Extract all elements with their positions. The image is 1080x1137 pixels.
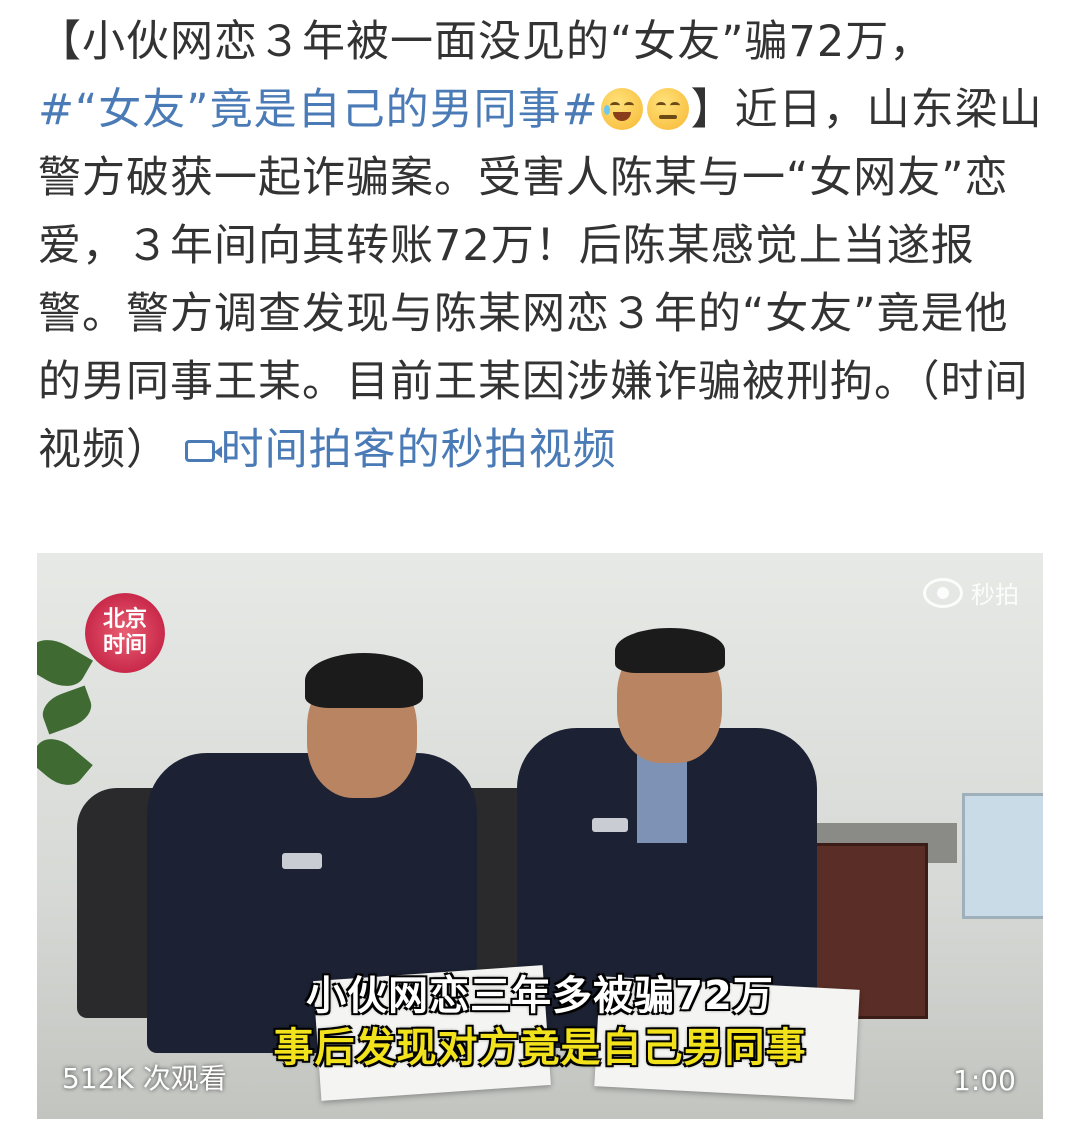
- weibo-eye-icon: [923, 577, 963, 608]
- video-source-label: 时间拍客的秒拍视频: [220, 425, 617, 475]
- video-icon: [184, 440, 222, 462]
- view-count: 512K 次观看: [62, 1062, 227, 1095]
- video-source-link[interactable]: 时间拍客的秒拍视频: [184, 425, 617, 475]
- miaopai-watermark: 秒拍: [923, 575, 1019, 610]
- video-player[interactable]: 北京 时间 秒拍 小伙网恋三年多被骗72万 事后发现对方竟是自己男同事 512K…: [37, 553, 1043, 1119]
- hair: [305, 653, 423, 708]
- shirt: [637, 753, 687, 843]
- video-caption-line1: 小伙网恋三年多被骗72万: [306, 973, 774, 1019]
- title-bracket-open: 【: [38, 17, 82, 67]
- watermark-text: 秒拍: [971, 581, 1019, 609]
- window: [962, 793, 1043, 919]
- hashtag-link[interactable]: #“女友”竟是自己的男同事#: [38, 85, 599, 135]
- beijing-time-logo: 北京 时间: [85, 593, 165, 673]
- logo-line2: 时间: [102, 633, 147, 658]
- post-title: 小伙网恋３年被一面没见的“女友”骗72万，: [82, 17, 934, 67]
- laugh-cry-emoji-icon: [600, 88, 643, 130]
- weibo-post-text: 【小伙网恋３年被一面没见的“女友”骗72万， #“女友”竟是自己的男同事# 】近日…: [38, 8, 1048, 484]
- badge: [592, 818, 628, 832]
- post-body: 近日，山东梁山警方破获一起诈骗案。受害人陈某与一“女网友”恋爱，３年间向其转账7…: [38, 85, 1043, 475]
- video-duration: 1:00: [953, 1064, 1016, 1097]
- logo-line1: 北京: [102, 607, 147, 632]
- smirk-emoji-icon: [646, 88, 689, 130]
- title-bracket-close: 】: [690, 85, 735, 135]
- badge: [282, 853, 322, 869]
- hair: [615, 628, 725, 673]
